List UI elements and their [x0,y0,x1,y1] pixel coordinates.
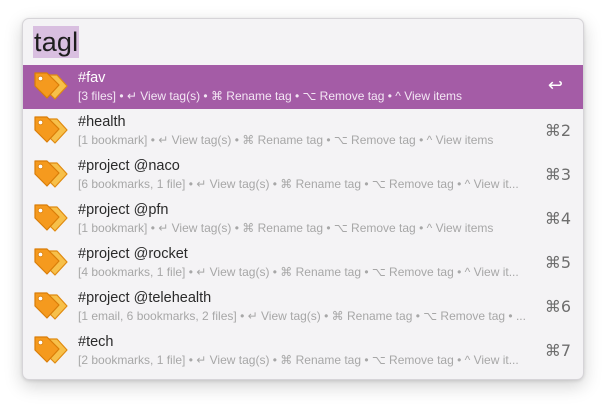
result-subtitle: [3 files] • ↵ View tag(s) • ⌘ Rename tag… [78,89,463,103]
result-title: #project @naco [78,158,180,174]
result-title: #health [78,114,126,130]
tag-icon [34,336,68,364]
result-subtitle: [4 bookmarks, 1 file] • ↵ View tag(s) • … [78,265,519,279]
result-shortcut: ⌘3 [544,165,571,184]
tag-icon [34,160,68,188]
result-shortcut: ⌘4 [544,209,571,228]
result-row[interactable]: #tech [2 bookmarks, 1 file] • ↵ View tag… [23,329,583,373]
result-subtitle: [2 bookmarks, 1 file] • ↵ View tag(s) • … [78,353,519,367]
tag-icon [34,248,68,276]
result-row[interactable]: #project @telehealth [1 email, 6 bookmar… [23,285,583,329]
result-subtitle: [1 email, 6 bookmarks, 2 files] • ↵ View… [78,309,526,323]
result-title: #project @rocket [78,246,188,262]
search-bar[interactable]: tagl [23,19,583,65]
result-row[interactable]: #health [1 bookmark] • ↵ View tag(s) • ⌘… [23,109,583,153]
result-shortcut: ⌘7 [544,341,571,360]
result-row[interactable]: #project @naco [6 bookmarks, 1 file] • ↵… [23,153,583,197]
tag-icon [34,72,68,100]
result-title: #tech [78,334,114,350]
result-title: #fav [78,70,106,86]
result-shortcut: ⌘5 [544,253,571,272]
result-shortcut: ⌘2 [544,121,571,140]
result-shortcut: ⌘6 [544,297,571,316]
search-input[interactable]: tagl [33,26,80,58]
result-subtitle: [1 bookmark] • ↵ View tag(s) • ⌘ Rename … [78,133,494,147]
tag-icon [34,292,68,320]
result-title: #project @pfn [78,202,169,218]
result-row[interactable]: #project @rocket [4 bookmarks, 1 file] •… [23,241,583,285]
launcher-window: tagl #fav [3 files] • ↵ View tag(s) • ⌘ … [22,18,584,380]
result-subtitle: [6 bookmarks, 1 file] • ↵ View tag(s) • … [78,177,519,191]
tag-icon [34,116,68,144]
result-row[interactable]: #fav [3 files] • ↵ View tag(s) • ⌘ Renam… [23,65,583,109]
result-title: #project @telehealth [78,290,212,306]
return-key-icon: ↩ [547,75,563,96]
result-row[interactable]: #project @pfn [1 bookmark] • ↵ View tag(… [23,197,583,241]
tag-icon [34,204,68,232]
result-subtitle: [1 bookmark] • ↵ View tag(s) • ⌘ Rename … [78,221,494,235]
results-list: #fav [3 files] • ↵ View tag(s) • ⌘ Renam… [23,65,583,373]
